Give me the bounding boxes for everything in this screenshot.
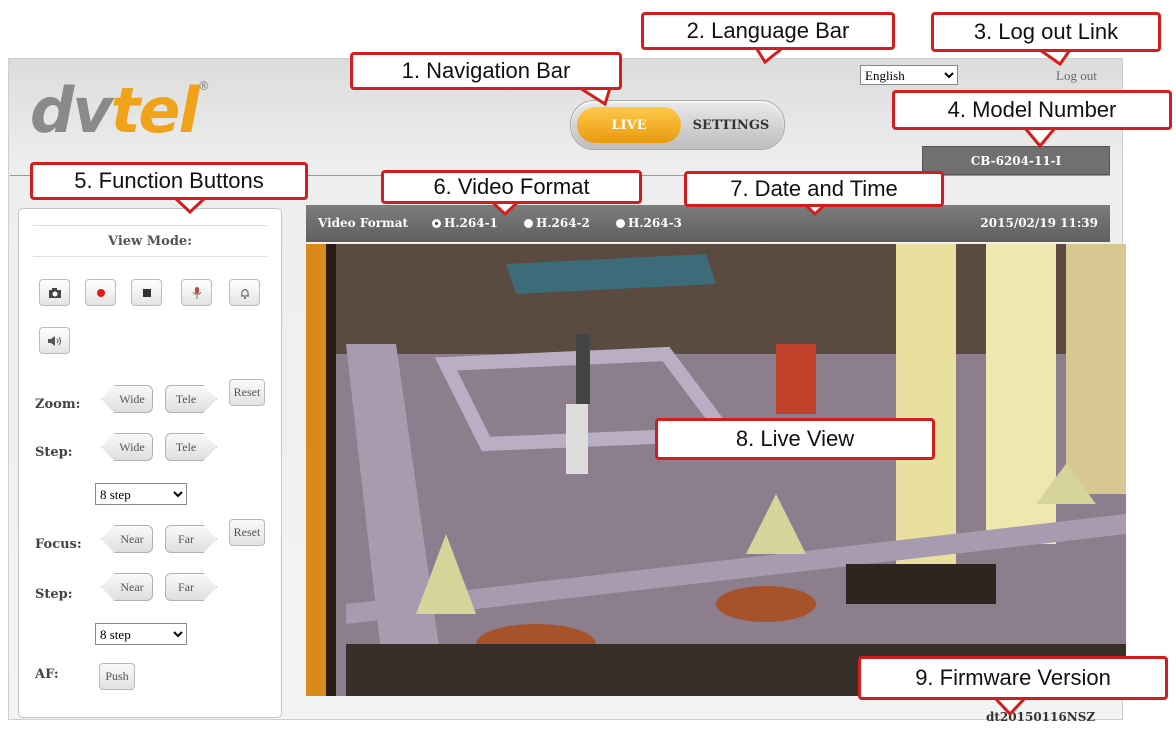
callout-logout-link: 3. Log out Link bbox=[931, 12, 1161, 52]
callout-date-and-time: 7. Date and Time bbox=[684, 171, 944, 207]
callout-navigation-bar: 1. Navigation Bar bbox=[350, 52, 622, 90]
callout-function-buttons: 5. Function Buttons bbox=[30, 162, 308, 200]
callout-language-bar: 2. Language Bar bbox=[641, 12, 895, 50]
callout-video-format: 6. Video Format bbox=[381, 170, 642, 204]
callout-live-view: 8. Live View bbox=[655, 418, 935, 460]
callout-firmware-version: 9. Firmware Version bbox=[858, 656, 1168, 700]
callout-model-number: 4. Model Number bbox=[892, 90, 1172, 130]
